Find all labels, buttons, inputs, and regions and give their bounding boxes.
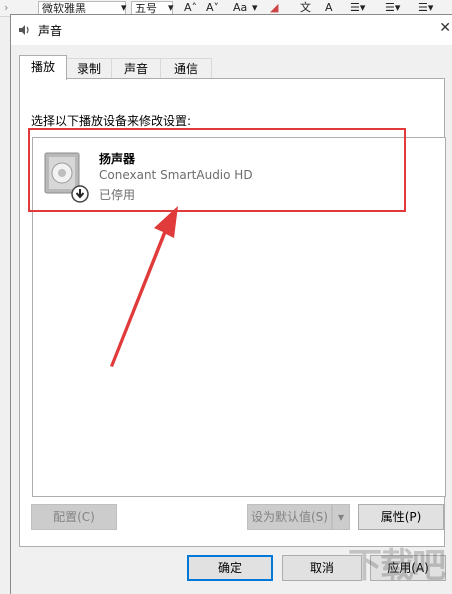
annotation-arrow-icon bbox=[110, 206, 178, 367]
watermark-logo: 下载吧 bbox=[348, 546, 446, 586]
tab-playback[interactable]: 播放 bbox=[19, 55, 67, 80]
